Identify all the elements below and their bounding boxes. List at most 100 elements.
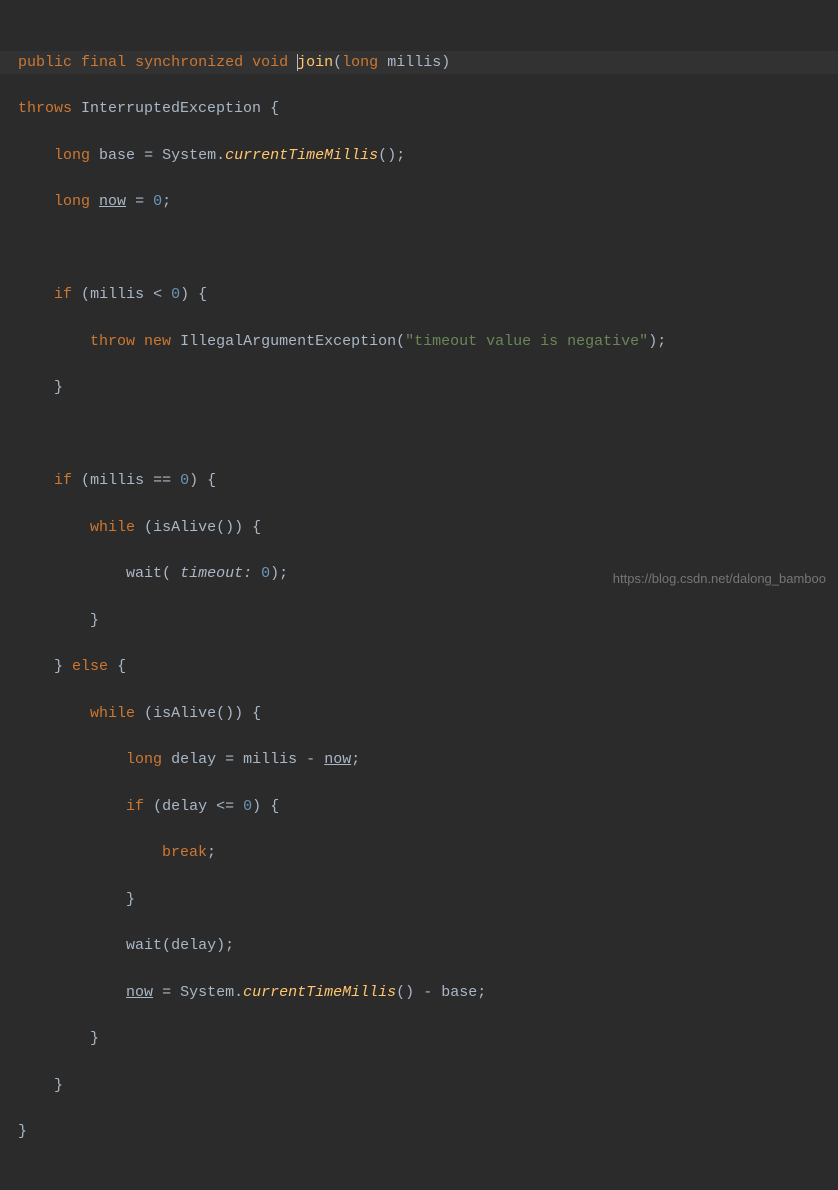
paren-open: ( — [81, 472, 90, 489]
paren-close: ) — [387, 147, 396, 164]
keyword-while: while — [90, 519, 135, 536]
code-line — [0, 237, 838, 260]
code-line: } else { — [0, 655, 838, 678]
keyword-if: if — [126, 798, 144, 815]
call-wait: wait — [126, 565, 162, 582]
var-now: now — [99, 193, 126, 210]
var-delay: delay — [171, 751, 216, 768]
paren-open: ( — [144, 705, 153, 722]
keyword-long: long — [342, 54, 378, 71]
code-line: now = System.currentTimeMillis() - base; — [0, 981, 838, 1004]
keyword-while: while — [90, 705, 135, 722]
call-wait: wait — [126, 937, 162, 954]
paren-open: ( — [216, 705, 225, 722]
brace-open: { — [252, 519, 261, 536]
paren-open: ( — [144, 519, 153, 536]
code-line: while (isAlive()) { — [0, 516, 838, 539]
keyword-long: long — [54, 147, 90, 164]
keyword-synchronized: synchronized — [135, 54, 243, 71]
code-line: long delay = millis - now; — [0, 748, 838, 771]
code-line: } — [0, 888, 838, 911]
paren-close: ) — [225, 519, 234, 536]
var-base: base — [99, 147, 135, 164]
var-millis: millis — [90, 286, 144, 303]
semi: ; — [477, 984, 486, 1001]
keyword-break: break — [162, 844, 207, 861]
brace-open: { — [252, 705, 261, 722]
op-eq: = — [225, 751, 234, 768]
keyword-public: public — [18, 54, 72, 71]
brace-close: } — [54, 1077, 63, 1094]
brace-open: { — [198, 286, 207, 303]
call-isalive: isAlive — [153, 705, 216, 722]
code-line: break; — [0, 841, 838, 864]
op-eq: = — [162, 984, 171, 1001]
keyword-throws: throws — [18, 100, 72, 117]
code-line: public final synchronized void join(long… — [0, 51, 838, 74]
code-line: long base = System.currentTimeMillis(); — [0, 144, 838, 167]
semi: ; — [351, 751, 360, 768]
op-minus: - — [306, 751, 315, 768]
type-interruptedexception: InterruptedException — [81, 100, 261, 117]
code-line: } — [0, 609, 838, 632]
brace-open: { — [117, 658, 126, 675]
param-millis: millis — [387, 54, 441, 71]
brace-close: } — [90, 1030, 99, 1047]
class-system: System — [180, 984, 234, 1001]
paren-close: ) — [252, 798, 261, 815]
code-line — [0, 423, 838, 446]
call-currenttimemillis: currentTimeMillis — [225, 147, 378, 164]
semi: ; — [279, 565, 288, 582]
paren-close: ) — [405, 984, 414, 1001]
semi: ; — [207, 844, 216, 861]
paren-open: ( — [153, 798, 162, 815]
string-literal: "timeout value is negative" — [405, 333, 648, 350]
dot: . — [216, 147, 225, 164]
literal-zero: 0 — [180, 472, 189, 489]
semi: ; — [657, 333, 666, 350]
code-line: wait(delay); — [0, 934, 838, 957]
method-name-join: join — [297, 54, 333, 71]
var-now: now — [126, 984, 153, 1001]
paren-open: ( — [333, 54, 342, 71]
keyword-long: long — [126, 751, 162, 768]
paren-close: ) — [270, 565, 279, 582]
keyword-long: long — [54, 193, 90, 210]
var-base: base — [441, 984, 477, 1001]
code-line: } — [0, 376, 838, 399]
call-currenttimemillis: currentTimeMillis — [243, 984, 396, 1001]
op-lt: < — [153, 286, 162, 303]
keyword-final: final — [81, 54, 126, 71]
op-eqeq: == — [153, 472, 171, 489]
op-eq: = — [144, 147, 153, 164]
paren-close: ) — [216, 937, 225, 954]
keyword-if: if — [54, 472, 72, 489]
var-millis: millis — [90, 472, 144, 489]
call-isalive: isAlive — [153, 519, 216, 536]
type-illegalargumentexception: IllegalArgumentException — [180, 333, 396, 350]
keyword-throw: throw — [90, 333, 135, 350]
var-now: now — [324, 751, 351, 768]
param-hint-timeout: timeout: — [180, 565, 252, 582]
paren-close: ) — [441, 54, 450, 71]
paren-close: ) — [234, 519, 243, 536]
paren-close: ) — [189, 472, 198, 489]
paren-open: ( — [162, 565, 171, 582]
op-minus: - — [423, 984, 432, 1001]
brace-open: { — [207, 472, 216, 489]
keyword-if: if — [54, 286, 72, 303]
literal-zero: 0 — [243, 798, 252, 815]
code-line: throws InterruptedException { — [0, 97, 838, 120]
paren-open: ( — [162, 937, 171, 954]
literal-zero: 0 — [153, 193, 162, 210]
semi: ; — [225, 937, 234, 954]
keyword-else: else — [72, 658, 108, 675]
code-line: throw new IllegalArgumentException("time… — [0, 330, 838, 353]
paren-open: ( — [396, 333, 405, 350]
op-eq: = — [135, 193, 144, 210]
brace-close: } — [54, 658, 63, 675]
brace-open: { — [270, 100, 279, 117]
brace-close: } — [18, 1123, 27, 1140]
op-le: <= — [216, 798, 234, 815]
semi: ; — [162, 193, 171, 210]
